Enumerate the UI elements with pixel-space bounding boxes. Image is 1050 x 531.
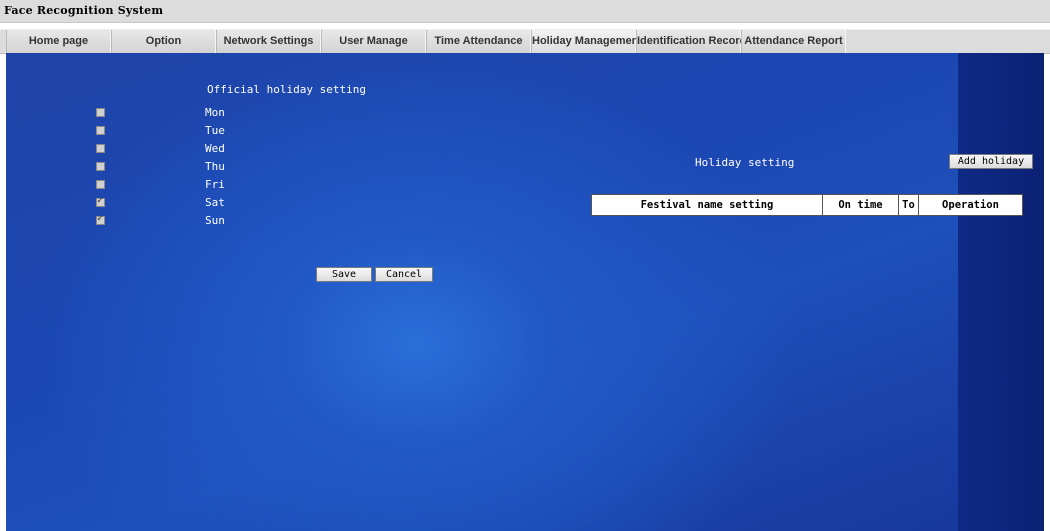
- tab-identification-record[interactable]: Identification Record: [636, 30, 746, 53]
- checkbox-fri[interactable]: [96, 180, 105, 189]
- checkbox-sat[interactable]: [96, 196, 105, 207]
- column-to: To: [898, 194, 919, 216]
- holiday-setting-heading: Holiday setting: [695, 156, 795, 169]
- title-bar: Face Recognition System: [0, 0, 1050, 23]
- column-operation: Operation: [918, 194, 1023, 216]
- add-holiday-button[interactable]: Add holiday: [949, 154, 1033, 169]
- right-band: [958, 53, 1044, 531]
- holiday-table: Festival name setting On time To Operati…: [591, 194, 1023, 216]
- official-holiday-heading: Official holiday setting: [207, 83, 366, 96]
- day-label-sun: Sun: [205, 214, 225, 227]
- tab-holiday-management[interactable]: Holiday Management: [531, 30, 642, 53]
- save-button[interactable]: Save: [316, 267, 372, 282]
- tab-option[interactable]: Option: [111, 30, 216, 53]
- day-label-thu: Thu: [205, 160, 225, 173]
- checkbox-tue[interactable]: [96, 126, 105, 135]
- cancel-button[interactable]: Cancel: [375, 267, 433, 282]
- column-on-time: On time: [822, 194, 899, 216]
- tab-user-manage[interactable]: User Manage: [321, 30, 426, 53]
- app-title: Face Recognition System: [4, 4, 164, 17]
- day-label-mon: Mon: [205, 106, 225, 119]
- tab-attendance-report[interactable]: Attendance Report: [741, 30, 846, 53]
- day-label-fri: Fri: [205, 178, 225, 191]
- day-label-sat: Sat: [205, 196, 225, 209]
- checkbox-wed[interactable]: [96, 144, 105, 153]
- column-festival-name: Festival name setting: [591, 194, 823, 216]
- tab-network-settings[interactable]: Network Settings: [216, 30, 321, 53]
- day-label-wed: Wed: [205, 142, 225, 155]
- holiday-management-panel: Official holiday setting Mon Tue Wed Thu…: [6, 53, 1044, 531]
- checkbox-thu[interactable]: [96, 162, 105, 171]
- tab-time-attendance[interactable]: Time Attendance: [426, 30, 531, 53]
- tab-home-page[interactable]: Home page: [6, 30, 111, 53]
- checkbox-sun[interactable]: [96, 214, 105, 225]
- holiday-table-header: Festival name setting On time To Operati…: [591, 194, 1023, 216]
- main-nav: Home page Option Network Settings User M…: [0, 29, 1050, 54]
- checkbox-mon[interactable]: [96, 108, 105, 117]
- day-label-tue: Tue: [205, 124, 225, 137]
